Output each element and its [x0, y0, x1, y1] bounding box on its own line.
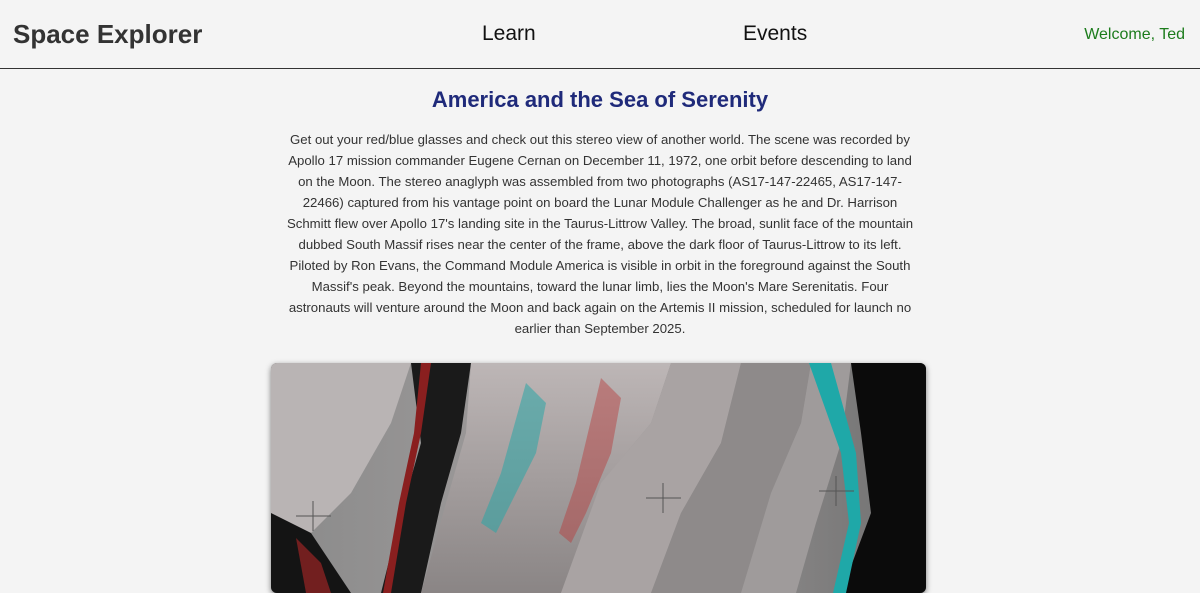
brand-logo-text[interactable]: Space Explorer — [13, 18, 202, 50]
anaglyph-photo — [271, 363, 926, 593]
nav-link-events[interactable]: Events — [743, 21, 807, 47]
page-title: America and the Sea of Serenity — [431, 87, 769, 112]
nav-link-learn[interactable]: Learn — [482, 21, 536, 47]
main-content: America and the Sea of Serenity Get out … — [0, 70, 1200, 593]
welcome-message: Welcome, Ted — [1084, 26, 1185, 43]
top-navbar: Space Explorer Learn Events Welcome, Ted — [0, 0, 1200, 69]
anaglyph-image — [271, 363, 926, 593]
article-description: Get out your red/blue glasses and check … — [286, 132, 914, 336]
